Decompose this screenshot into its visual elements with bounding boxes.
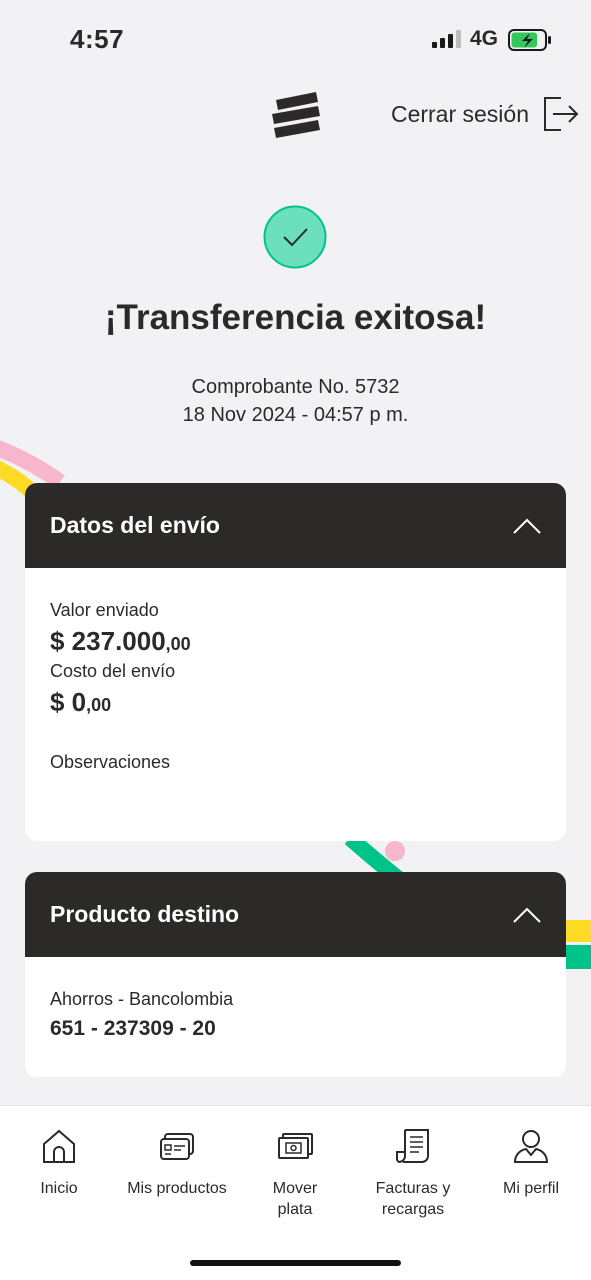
destination-card: Producto destino Ahorros - Bancolombia 6… xyxy=(25,872,566,1077)
nav-label-mi-perfil: Mi perfil xyxy=(502,1180,559,1197)
shipping-cost-amount: $ 0,00 xyxy=(50,687,111,718)
receipt-icon xyxy=(395,1129,429,1164)
nav-item-inicio[interactable]: Inicio xyxy=(0,1128,118,1199)
nav-item-mis-productos[interactable]: Mis productos xyxy=(118,1128,236,1199)
chevron-up-icon xyxy=(513,518,541,534)
status-bar: 4:57 4G xyxy=(0,0,591,80)
battery-icon xyxy=(508,29,551,51)
chevron-up-icon xyxy=(513,907,541,923)
cards-icon xyxy=(160,1133,194,1160)
nav-item-facturas[interactable]: Facturas y recargas xyxy=(354,1128,472,1220)
status-time: 4:57 xyxy=(70,24,125,54)
shipping-cost-cents: ,00 xyxy=(86,695,112,715)
success-title: ¡Transferencia exitosa! xyxy=(104,298,487,337)
shipment-card: Datos del envío Valor enviado $ 237.000,… xyxy=(25,483,566,841)
destination-card-header[interactable]: Producto destino xyxy=(25,872,566,957)
nav-label-mover-plata: Mover plata xyxy=(272,1180,318,1218)
nav-label-facturas: Facturas y recargas xyxy=(375,1180,451,1218)
nav-item-mover-plata[interactable]: Mover plata xyxy=(236,1128,354,1220)
logout-button[interactable]: Cerrar sesión xyxy=(391,94,581,134)
network-type: 4G xyxy=(470,27,499,50)
shipping-cost-label: Costo del envío xyxy=(50,661,176,681)
logout-label: Cerrar sesión xyxy=(390,100,529,127)
sent-value-cents: ,00 xyxy=(165,634,191,654)
sent-value-amount: $ 237.000,00 xyxy=(50,626,191,657)
account-type: Ahorros - Bancolombia xyxy=(50,989,234,1009)
sent-value-label: Valor enviado xyxy=(50,600,159,620)
notes-label: Observaciones xyxy=(50,752,171,772)
sent-value-main: $ 237.000 xyxy=(50,626,166,656)
shipment-card-header[interactable]: Datos del envío xyxy=(25,483,566,568)
transfer-datetime: 18 Nov 2024 - 04:57 p m. xyxy=(182,404,409,426)
logout-icon xyxy=(544,97,579,131)
shipment-card-title: Datos del envío xyxy=(50,512,220,538)
money-icon xyxy=(278,1133,313,1159)
nav-label-mis-productos: Mis productos xyxy=(127,1180,227,1197)
home-indicator xyxy=(190,1260,401,1266)
home-icon xyxy=(43,1129,75,1163)
signal-icon xyxy=(432,30,461,48)
destination-card-title: Producto destino xyxy=(50,901,240,927)
voucher-number: Comprobante No. 5732 xyxy=(191,376,400,398)
nav-item-mi-perfil[interactable]: Mi perfil xyxy=(472,1128,590,1199)
nav-label-inicio: Inicio xyxy=(40,1180,78,1197)
bottom-nav: Inicio Mis productos Mover plata Factura… xyxy=(0,1105,591,1280)
check-circle-icon xyxy=(263,205,327,269)
profile-icon xyxy=(513,1130,549,1163)
account-number: 651 - 237309 - 20 xyxy=(50,1017,216,1040)
bancolombia-logo-icon xyxy=(272,92,320,138)
shipping-cost-main: $ 0 xyxy=(50,687,87,717)
